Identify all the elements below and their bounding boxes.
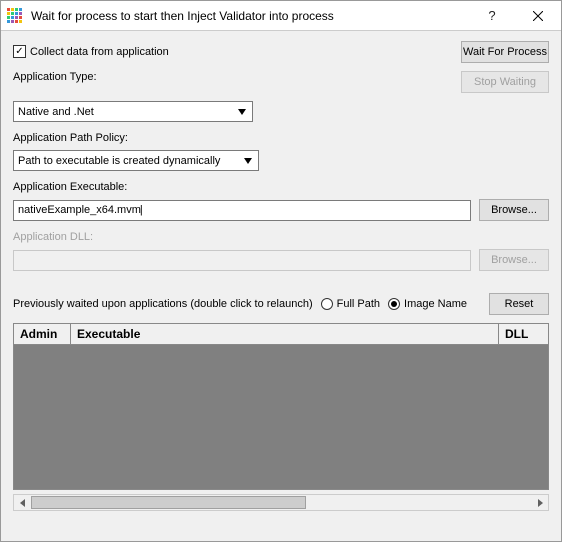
grid-col-admin[interactable]: Admin	[13, 324, 70, 344]
application-type-value: Native and .Net	[18, 106, 94, 118]
collect-data-label: Collect data from application	[30, 46, 169, 58]
application-dll-label: Application DLL:	[13, 231, 549, 243]
app-icon	[7, 8, 23, 24]
help-button[interactable]: ?	[469, 1, 515, 31]
grid-col-executable[interactable]: Executable	[70, 324, 498, 344]
scroll-right-button[interactable]	[531, 495, 548, 510]
titlebar: Wait for process to start then Inject Va…	[1, 1, 561, 31]
radio-image-name[interactable]: Image Name	[388, 298, 467, 310]
horizontal-scrollbar[interactable]	[13, 494, 549, 511]
browse-executable-button[interactable]: Browse...	[479, 199, 549, 221]
close-button[interactable]	[515, 1, 561, 31]
check-icon: ✓	[13, 45, 26, 58]
wait-for-process-button[interactable]: Wait For Process	[461, 41, 549, 63]
previous-apps-grid: Admin Executable DLL	[13, 323, 549, 490]
radio-full-path[interactable]: Full Path	[321, 298, 380, 310]
grid-body[interactable]	[13, 345, 549, 490]
collect-data-checkbox[interactable]: ✓ Collect data from application	[13, 45, 169, 58]
reset-button[interactable]: Reset	[489, 293, 549, 315]
chevron-down-icon	[234, 102, 250, 121]
path-policy-value: Path to executable is created dynamicall…	[18, 155, 220, 167]
path-policy-select[interactable]: Path to executable is created dynamicall…	[13, 150, 259, 171]
radio-icon	[321, 298, 333, 310]
scroll-track[interactable]	[31, 495, 531, 510]
radio-icon	[388, 298, 400, 310]
chevron-down-icon	[240, 151, 256, 170]
radio-full-path-label: Full Path	[337, 298, 380, 310]
grid-header: Admin Executable DLL	[13, 323, 549, 345]
scroll-left-button[interactable]	[14, 495, 31, 510]
window-title: Wait for process to start then Inject Va…	[31, 9, 469, 23]
application-type-select[interactable]: Native and .Net	[13, 101, 253, 122]
previous-apps-label: Previously waited upon applications (dou…	[13, 298, 313, 310]
path-policy-label: Application Path Policy:	[13, 132, 549, 144]
browse-dll-button: Browse...	[479, 249, 549, 271]
application-executable-label: Application Executable:	[13, 181, 549, 193]
grid-col-dll[interactable]: DLL	[498, 324, 549, 344]
application-executable-input[interactable]: nativeExample_x64.mvm	[13, 200, 471, 221]
radio-image-name-label: Image Name	[404, 298, 467, 310]
stop-waiting-button: Stop Waiting	[461, 71, 549, 93]
application-dll-input	[13, 250, 471, 271]
scroll-thumb[interactable]	[31, 496, 306, 509]
